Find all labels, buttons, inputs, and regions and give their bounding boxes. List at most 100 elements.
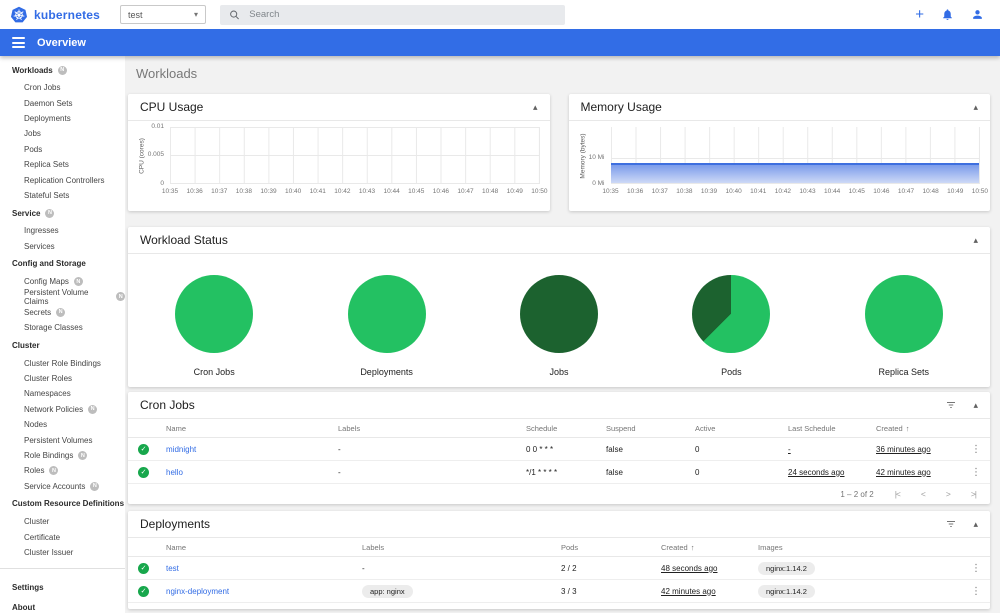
sidebar-item[interactable]: Daemon Sets: [0, 95, 125, 110]
col-labels[interactable]: Labels: [338, 424, 526, 433]
sidebar-item[interactable]: Cluster: [0, 514, 125, 529]
sidebar-item[interactable]: Persistent Volume Claims N: [0, 288, 125, 306]
collapse-chevron-up-icon[interactable]: ▴: [973, 400, 978, 410]
sidebar-item[interactable]: Network Policies N: [0, 402, 125, 417]
namespaced-badge: N: [88, 404, 98, 414]
next-page-icon[interactable]: >: [946, 489, 951, 499]
plus-icon: +: [915, 6, 924, 23]
col-name[interactable]: Name: [166, 543, 362, 552]
create-resource-button[interactable]: +: [915, 7, 924, 22]
first-page-icon[interactable]: |<: [895, 489, 901, 499]
sidebar-item[interactable]: Stateful Sets: [0, 188, 125, 203]
cell-created: 42 minutes ago: [661, 586, 716, 596]
cell-labels: -: [338, 467, 341, 477]
col-labels[interactable]: Labels: [362, 543, 561, 552]
col-images[interactable]: Images: [758, 543, 962, 552]
col-pods[interactable]: Pods: [561, 543, 661, 552]
sidebar-item[interactable]: Workloads N: [0, 60, 125, 80]
sidebar-item-label: Config Maps: [24, 277, 69, 287]
kebab-menu-icon[interactable]: ⋮: [962, 563, 990, 574]
col-name[interactable]: Name: [166, 424, 338, 433]
sidebar-item[interactable]: Replication Controllers: [0, 172, 125, 187]
kubernetes-logo[interactable]: kubernetes: [10, 6, 120, 24]
sidebar-item[interactable]: Nodes: [0, 417, 125, 432]
collapse-chevron-up-icon[interactable]: ▴: [533, 102, 538, 112]
sidebar-item[interactable]: Persistent Volumes: [0, 432, 125, 447]
last-page-icon[interactable]: >|: [971, 489, 977, 499]
sidebar-item[interactable]: Config Maps N: [0, 274, 125, 289]
cron-job-row[interactable]: ✓ midnight - 0 0 * * * false 0 - 36 minu…: [128, 438, 990, 461]
sidebar-item[interactable]: Service Accounts N: [0, 479, 125, 494]
sidebar-item[interactable]: Certificate: [0, 529, 125, 544]
notifications-button[interactable]: [941, 8, 954, 21]
x-tick-label: 10:41: [750, 188, 767, 195]
menu-hamburger-icon[interactable]: [12, 37, 25, 48]
sidebar-item[interactable]: Storage Classes: [0, 320, 125, 335]
namespace-select[interactable]: test ▾: [120, 5, 206, 24]
sort-asc-icon: ↑: [905, 423, 910, 433]
sidebar-item[interactable]: About: [0, 597, 125, 613]
sidebar-item[interactable]: Cron Jobs: [0, 80, 125, 95]
sidebar-item[interactable]: Config and Storage: [0, 254, 125, 274]
cron-job-name-link[interactable]: midnight: [166, 445, 338, 454]
x-tick-label: 10:47: [897, 188, 915, 195]
kebab-menu-icon[interactable]: ⋮: [962, 444, 990, 455]
sidebar-item-label: Certificate: [24, 532, 61, 542]
x-tick-label: 10:43: [799, 188, 816, 195]
user-menu-button[interactable]: [971, 8, 984, 21]
sidebar-item[interactable]: Service N: [0, 203, 125, 223]
sidebar-item[interactable]: Cluster Issuer: [0, 545, 125, 560]
collapse-chevron-up-icon[interactable]: ▴: [973, 519, 978, 529]
sidebar-item[interactable]: Pods: [0, 142, 125, 157]
deployment-row[interactable]: ✓ nginx-deployment app: nginx 3 / 3 42 m…: [128, 580, 990, 603]
prev-page-icon[interactable]: <: [921, 489, 926, 499]
workload-status-pie[interactable]: Jobs: [519, 275, 598, 377]
workload-status-pie[interactable]: Deployments: [347, 275, 426, 377]
sidebar-item[interactable]: Cluster: [0, 335, 125, 355]
deployment-name-link[interactable]: test: [166, 564, 362, 573]
sidebar-item[interactable]: Settings: [0, 577, 125, 597]
sidebar-item[interactable]: Cluster Roles: [0, 371, 125, 386]
filter-icon[interactable]: [945, 518, 957, 530]
sidebar-item[interactable]: Ingresses: [0, 223, 125, 238]
collapse-chevron-up-icon[interactable]: ▴: [973, 235, 978, 245]
sidebar-item[interactable]: Role Bindings N: [0, 448, 125, 463]
x-tick-label: 10:41: [309, 188, 326, 195]
workload-status-pie[interactable]: Pods: [692, 275, 771, 377]
gridline-10mi: [610, 157, 979, 159]
sidebar-main-items: Workloads N Cron Jobs Daemon Sets Deploy…: [0, 60, 125, 560]
col-created[interactable]: Created ↑: [661, 543, 758, 552]
sidebar-item[interactable]: Cluster Role Bindings: [0, 355, 125, 370]
filter-icon[interactable]: [945, 399, 957, 411]
col-created[interactable]: Created ↑: [876, 424, 962, 433]
sidebar-item[interactable]: Jobs: [0, 126, 125, 141]
col-suspend[interactable]: Suspend: [606, 424, 695, 433]
search-bar[interactable]: [220, 4, 565, 25]
sidebar-item[interactable]: Services: [0, 239, 125, 254]
kebab-menu-icon[interactable]: ⋮: [962, 467, 990, 478]
sidebar-item[interactable]: Namespaces: [0, 386, 125, 401]
cron-job-row[interactable]: ✓ hello - */1 * * * * false 0 24 seconds…: [128, 461, 990, 484]
collapse-chevron-up-icon[interactable]: ▴: [973, 102, 978, 112]
cpu-usage-card: CPU Usage ▴ CPU (cores) 0.01 0.005 0 10:…: [128, 94, 550, 211]
workload-status-pie[interactable]: Cron Jobs: [175, 275, 254, 377]
kebab-menu-icon[interactable]: ⋮: [962, 586, 990, 597]
x-tick-label: 10:48: [922, 188, 939, 195]
col-active[interactable]: Active: [695, 424, 788, 433]
cron-job-name-link[interactable]: hello: [166, 468, 338, 477]
sidebar-item[interactable]: Deployments: [0, 111, 125, 126]
sidebar-item-label: Cluster Roles: [24, 374, 73, 384]
deployment-row[interactable]: ✓ test - 2 / 2 48 seconds ago nginx:1.14…: [128, 557, 990, 580]
cpu-y-tick: 0.01: [151, 123, 164, 130]
col-last-schedule[interactable]: Last Schedule: [788, 424, 876, 433]
pagination-range: 1 – 2 of 2: [840, 489, 874, 499]
workload-status-pie[interactable]: Replica Sets: [864, 275, 943, 377]
sidebar-item[interactable]: Replica Sets: [0, 157, 125, 172]
sidebar-item[interactable]: Roles N: [0, 463, 125, 478]
col-schedule[interactable]: Schedule: [526, 424, 606, 433]
deployment-name-link[interactable]: nginx-deployment: [166, 587, 362, 596]
sidebar-item[interactable]: Custom Resource Definitions: [0, 494, 125, 514]
sidebar-item[interactable]: Secrets N: [0, 305, 125, 320]
x-tick-label: 10:35: [161, 188, 179, 195]
search-input[interactable]: [249, 9, 556, 20]
